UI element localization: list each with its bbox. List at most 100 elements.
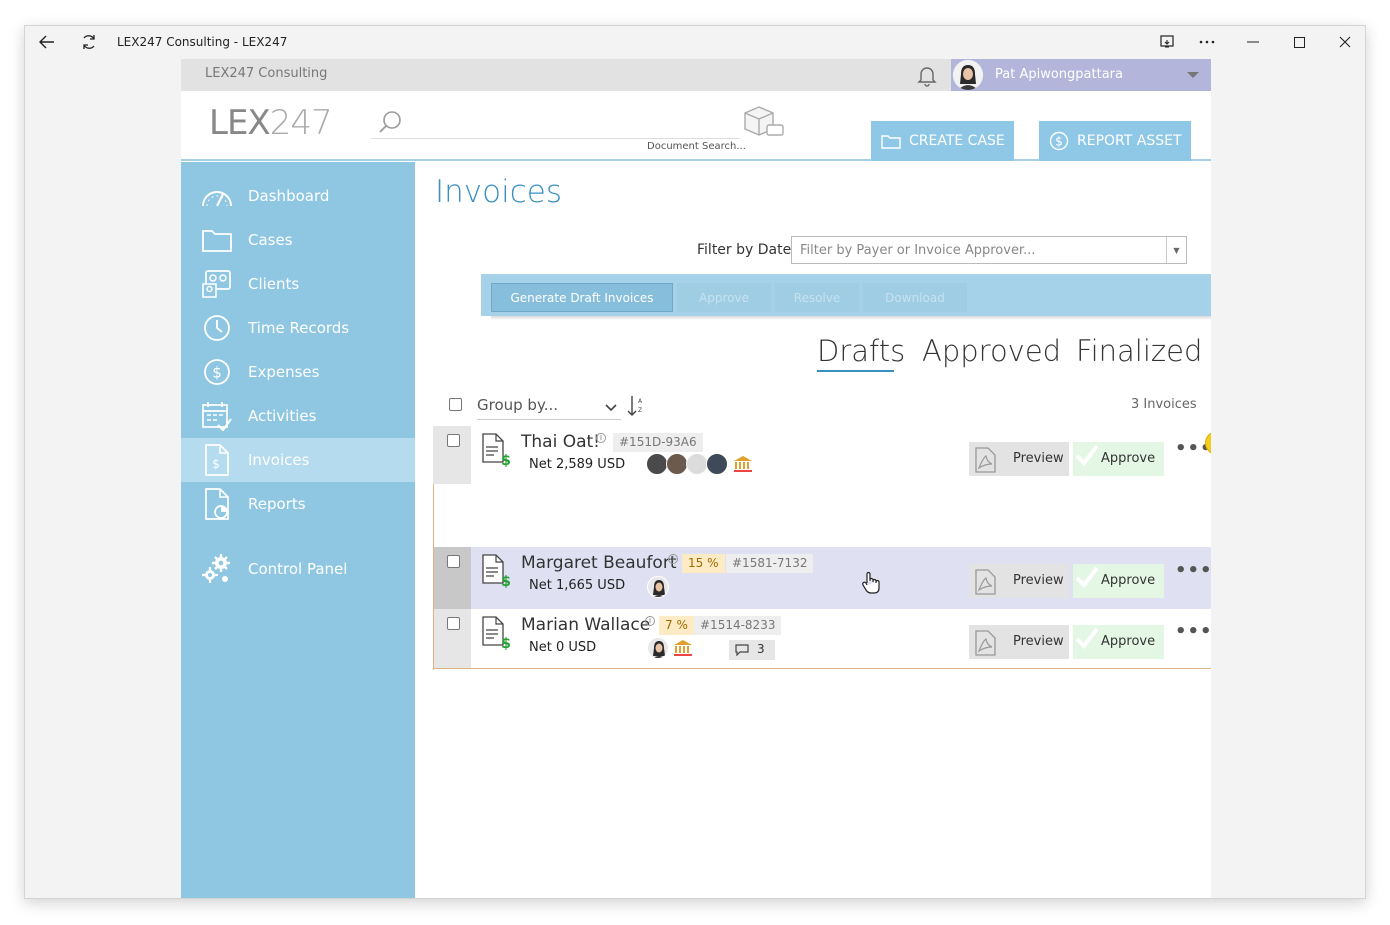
approve-button[interactable]: Approve xyxy=(1073,564,1164,598)
minimize-icon[interactable] xyxy=(1239,26,1267,58)
user-menu[interactable]: Pat Apiwongpattara xyxy=(951,59,1211,91)
svg-text:$: $ xyxy=(501,453,511,468)
tab-drafts[interactable]: Drafts xyxy=(817,334,905,368)
group-by-select[interactable]: Group by... xyxy=(477,396,621,420)
bell-icon[interactable] xyxy=(915,63,939,87)
selection-outline-left xyxy=(433,484,434,670)
pdf-icon xyxy=(975,569,996,595)
avatar xyxy=(686,453,708,475)
search-input[interactable] xyxy=(371,105,739,139)
sort-icon[interactable]: AZ xyxy=(627,395,645,421)
sidebar-item-time-records[interactable]: Time Records xyxy=(181,306,415,350)
preview-button[interactable]: Preview xyxy=(969,625,1069,659)
sidebar-label: Expenses xyxy=(248,363,320,381)
logo[interactable]: LEX247 xyxy=(209,103,333,143)
more-options-icon[interactable] xyxy=(1193,26,1221,58)
download-button[interactable]: Download xyxy=(863,283,967,312)
svg-text:Z: Z xyxy=(638,407,642,414)
preview-button[interactable]: Preview xyxy=(969,564,1069,598)
filter-payer-input[interactable]: Filter by Payer or Invoice Approver... ▼ xyxy=(791,236,1187,264)
select-all-checkbox[interactable] xyxy=(449,398,462,411)
avatar xyxy=(953,60,983,90)
sidebar-item-clients[interactable]: Clients xyxy=(181,262,415,306)
sidebar-label: Time Records xyxy=(248,319,350,337)
invoice-row[interactable]: $ Marian Wallace i 7 % #1514-8233 Net 0 … xyxy=(433,609,1211,669)
chevron-down-icon[interactable]: ▼ xyxy=(1166,237,1186,263)
sidebar-item-reports[interactable]: Reports xyxy=(181,482,415,526)
comment-icon xyxy=(735,644,749,656)
invoice-id: #1581-7132 xyxy=(726,554,814,573)
folder-icon xyxy=(201,224,233,256)
invoice-row[interactable]: $ Thai Oat! i #151D-93A6 Net 2,589 USD P… xyxy=(433,426,1211,484)
sidebar-item-activities[interactable]: Activities xyxy=(181,394,415,438)
info-icon[interactable]: i xyxy=(668,554,678,564)
info-icon[interactable]: i xyxy=(645,616,655,626)
avatar xyxy=(706,453,728,475)
invoice-id: #1514-8233 xyxy=(694,616,782,635)
filter-placeholder: Filter by Payer or Invoice Approver... xyxy=(800,243,1036,258)
invoice-payer-name[interactable]: Thai Oat! xyxy=(521,432,600,452)
report-asset-button[interactable]: $ REPORT ASSET xyxy=(1039,121,1191,161)
page-title: Invoices xyxy=(435,174,562,210)
refresh-icon[interactable] xyxy=(75,26,103,58)
approve-button[interactable]: Approve xyxy=(1073,625,1164,659)
generate-draft-invoices-button[interactable]: Generate Draft Invoices xyxy=(491,283,673,312)
row-checkbox[interactable] xyxy=(447,617,460,630)
comments-badge[interactable]: 3 xyxy=(729,640,775,660)
invoice-payer-name[interactable]: Marian Wallace xyxy=(521,615,650,635)
preview-button[interactable]: Preview xyxy=(969,442,1069,476)
sidebar-item-invoices[interactable]: $ Invoices xyxy=(181,438,415,482)
comments-count: 3 xyxy=(757,642,765,656)
tab-finalized[interactable]: Finalized xyxy=(1076,334,1202,368)
row-checkbox[interactable] xyxy=(447,555,460,568)
more-options-icon[interactable]: ••• xyxy=(1175,560,1211,581)
more-options-icon[interactable]: ••• xyxy=(1175,621,1211,642)
create-case-button[interactable]: CREATE CASE xyxy=(871,121,1014,161)
cast-icon[interactable] xyxy=(1153,26,1181,58)
chevron-down-icon xyxy=(1187,72,1199,78)
approve-all-button[interactable]: Approve xyxy=(677,283,771,312)
preview-label: Preview xyxy=(1013,634,1064,649)
close-icon[interactable] xyxy=(1331,26,1359,58)
action-bar-shadow xyxy=(491,316,1211,320)
logo-num: 247 xyxy=(269,103,333,143)
sidebar-item-cases[interactable]: Cases xyxy=(181,218,415,262)
svg-text:$: $ xyxy=(501,574,511,589)
preview-label: Preview xyxy=(1013,573,1064,588)
dashboard-icon xyxy=(201,180,233,212)
back-icon[interactable] xyxy=(33,26,61,58)
checkmark-icon xyxy=(1075,627,1099,649)
pdf-icon xyxy=(975,447,996,473)
resolve-button[interactable]: Resolve xyxy=(775,283,859,312)
invoice-net-amount: Net 1,665 USD xyxy=(529,578,626,593)
folder-icon xyxy=(881,135,901,149)
approve-label: Approve xyxy=(1101,573,1156,588)
main-content: Invoices Filter by Date Filter by Payer … xyxy=(415,162,1211,898)
action-bar: Generate Draft Invoices Approve Resolve … xyxy=(481,274,1211,316)
invoice-row[interactable]: $ Margaret Beaufort i 15 % #1581-7132 Ne… xyxy=(433,547,1211,609)
avatar xyxy=(646,453,668,475)
company-name: LEX247 Consulting xyxy=(205,66,328,81)
filter-date-label[interactable]: Filter by Date xyxy=(697,242,791,258)
dollar-icon: $ xyxy=(1049,131,1069,151)
sidebar: Dashboard Cases Clients Time Records $ E… xyxy=(181,162,415,898)
row-checkbox[interactable] xyxy=(447,434,460,447)
invoice-payer-name[interactable]: Margaret Beaufort xyxy=(521,553,676,573)
top-bar: LEX247 Consulting Pat Apiwongpattara xyxy=(181,59,1211,91)
svg-text:$: $ xyxy=(501,636,511,651)
maximize-icon[interactable] xyxy=(1285,26,1313,58)
clients-icon xyxy=(201,268,233,300)
package-icon[interactable] xyxy=(741,105,785,143)
sidebar-item-control-panel[interactable]: Control Panel xyxy=(181,547,415,591)
sidebar-label: Clients xyxy=(248,275,300,293)
tab-approved[interactable]: Approved xyxy=(922,334,1061,368)
group-by-label: Group by... xyxy=(477,396,558,414)
sidebar-label: Dashboard xyxy=(248,187,330,205)
bank-icon xyxy=(673,639,693,661)
sidebar-item-expenses[interactable]: $ Expenses xyxy=(181,350,415,394)
invoice-icon: $ xyxy=(481,615,511,655)
approve-button[interactable]: Approve xyxy=(1073,442,1164,476)
sidebar-item-dashboard[interactable]: Dashboard xyxy=(181,174,415,218)
info-icon[interactable]: i xyxy=(596,433,606,443)
approve-label: Approve xyxy=(1101,634,1156,649)
